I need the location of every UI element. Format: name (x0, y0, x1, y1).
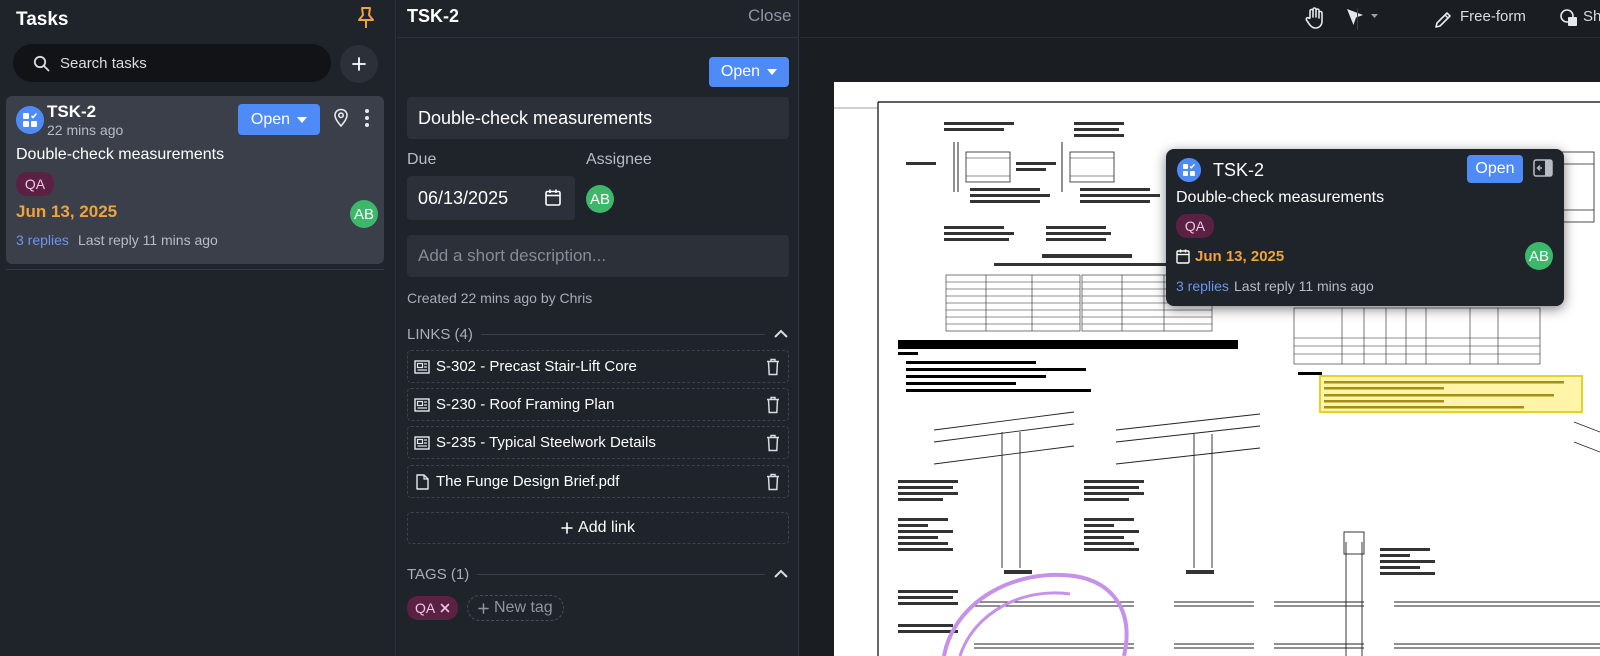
link-item[interactable]: S-302 - Precast Stair-Lift Core (407, 350, 789, 383)
calendar-icon (1176, 249, 1190, 264)
assignee-avatar[interactable]: AB (1525, 242, 1553, 270)
caret-down-icon (297, 116, 308, 123)
remove-tag-icon[interactable] (440, 603, 450, 613)
detail-header: TSK-2 Close (397, 0, 799, 38)
due-date-input[interactable]: 06/13/2025 (407, 176, 575, 220)
drawing-icon (414, 397, 430, 412)
trash-icon[interactable] (766, 358, 780, 376)
detail-status-dropdown[interactable]: Open (709, 57, 789, 87)
link-label: S-235 - Typical Steelwork Details (436, 434, 656, 451)
location-pin-icon[interactable] (333, 108, 349, 128)
links-section-header[interactable]: LINKS (4) (407, 324, 789, 344)
divider (477, 573, 765, 575)
add-link-button[interactable]: Add link (407, 512, 789, 544)
status-label: Open (720, 63, 761, 80)
add-link-label: Add link (578, 519, 635, 536)
task-time-ago: 22 mins ago (47, 122, 124, 138)
due-date-value: 06/13/2025 (418, 187, 509, 208)
tag-badge: QA (16, 172, 54, 196)
hand-tool-icon[interactable] (1304, 6, 1326, 30)
status-label: Open (1475, 160, 1515, 177)
tag-label: QA (415, 600, 436, 616)
assignee-label: Assignee (586, 151, 652, 168)
link-item[interactable]: The Funge Design Brief.pdf (407, 465, 789, 498)
task-name: Double-check measurements (1176, 189, 1385, 206)
add-task-button[interactable] (340, 45, 378, 83)
drawing-icon (414, 435, 430, 450)
new-tag-label: New tag (494, 599, 553, 616)
task-title-input[interactable]: Double-check measurements (407, 97, 789, 139)
task-status-button[interactable]: Open (1467, 155, 1523, 183)
trash-icon[interactable] (766, 473, 780, 491)
more-options-icon[interactable] (364, 108, 370, 128)
divider (1357, 8, 1358, 30)
drawing-viewer: Free-form Sh (800, 0, 1600, 656)
task-id: TSK-2 (1213, 160, 1265, 180)
tags-heading: TAGS (1) (407, 565, 470, 583)
tags-section-header[interactable]: TAGS (1) (407, 564, 789, 584)
link-label: The Funge Design Brief.pdf (436, 473, 620, 490)
last-reply-text: Last reply 11 mins ago (78, 232, 218, 248)
drawing-icon (414, 359, 430, 374)
task-name: Double-check measurements (16, 146, 225, 163)
search-tasks-box[interactable] (13, 44, 331, 82)
plus-icon (352, 57, 366, 71)
detail-title: TSK-2 (407, 6, 460, 26)
task-detail-panel: TSK-2 Close Open Double-check measuremen… (397, 0, 799, 656)
due-label: Due (407, 151, 437, 168)
caret-down-icon (767, 69, 778, 75)
plus-icon (478, 602, 489, 614)
link-item[interactable]: S-230 - Roof Framing Plan (407, 388, 789, 421)
link-item[interactable]: S-235 - Typical Steelwork Details (407, 426, 789, 459)
created-info: Created 22 mins ago by Chris (407, 290, 593, 306)
assignee-avatar[interactable]: AB (586, 185, 614, 213)
task-due-date: Jun 13, 2025 (1195, 248, 1285, 265)
task-id: TSK-2 (47, 102, 97, 121)
last-reply-text: Last reply 11 mins ago (1234, 278, 1374, 294)
file-icon (416, 473, 429, 490)
replies-link[interactable]: 3 replies (16, 232, 69, 248)
tasks-title: Tasks (16, 9, 69, 30)
task-card[interactable]: TSK-2 22 mins ago Open Double-check meas… (6, 96, 384, 264)
tag-chip: QA (407, 596, 459, 620)
description-input[interactable]: Add a short description... (407, 235, 789, 277)
task-preview-card[interactable]: TSK-2 Open Double-check measurements QA … (1166, 149, 1564, 306)
assignee-avatar[interactable]: AB (350, 200, 378, 228)
tasks-panel: Tasks TSK-2 22 mins ago Open (0, 0, 396, 656)
pin-icon[interactable] (356, 6, 376, 30)
replies-link[interactable]: 3 replies (1176, 278, 1229, 294)
divider (480, 333, 765, 335)
link-label: S-302 - Precast Stair-Lift Core (436, 358, 637, 375)
collapse-panel-icon[interactable] (1533, 159, 1553, 177)
chevron-up-icon[interactable] (773, 329, 789, 339)
links-heading: LINKS (4) (407, 325, 473, 343)
status-label: Open (250, 110, 291, 128)
plus-icon (561, 522, 573, 534)
shapes-tool-label[interactable]: Sh (1583, 8, 1600, 25)
divider (6, 269, 384, 270)
viewer-toolbar: Free-form Sh (800, 0, 1600, 38)
chevron-up-icon[interactable] (773, 569, 789, 579)
trash-icon[interactable] (766, 396, 780, 414)
calendar-icon[interactable] (545, 189, 561, 206)
search-icon (33, 55, 50, 71)
new-tag-button[interactable]: New tag (467, 595, 564, 621)
trash-icon[interactable] (766, 434, 780, 452)
close-button[interactable]: Close (748, 6, 791, 26)
link-label: S-230 - Roof Framing Plan (436, 396, 615, 413)
pencil-icon[interactable] (1432, 6, 1454, 30)
task-type-icon (16, 106, 44, 134)
task-type-icon (1177, 158, 1201, 182)
pointer-tool-icon[interactable] (1344, 6, 1366, 30)
chevron-down-icon[interactable] (1370, 13, 1379, 19)
freeform-tool-label[interactable]: Free-form (1460, 8, 1526, 25)
tag-badge: QA (1176, 214, 1214, 238)
task-status-dropdown[interactable]: Open (238, 104, 320, 135)
search-input[interactable] (60, 54, 310, 72)
task-due-date: Jun 13, 2025 (16, 202, 118, 221)
shapes-icon[interactable] (1558, 6, 1580, 30)
